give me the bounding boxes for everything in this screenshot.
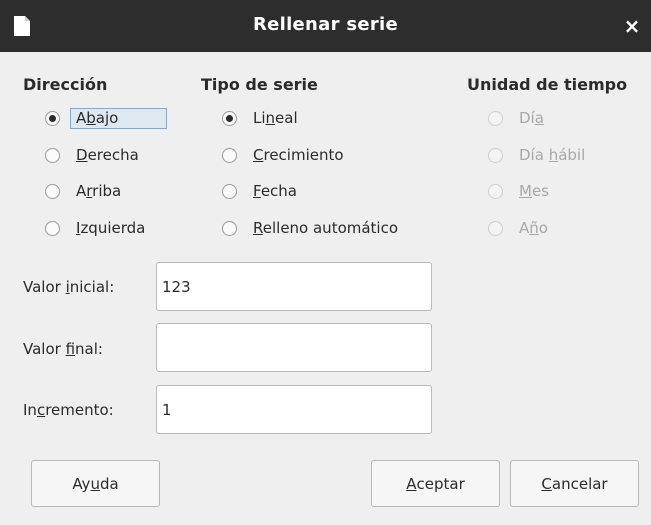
radio-label-crecimiento[interactable]: Crecimiento (247, 145, 350, 166)
radio-button[interactable] (45, 147, 60, 163)
close-icon[interactable]: × (621, 14, 643, 38)
radio-arriba[interactable]: Arriba (45, 176, 127, 206)
radio-label-dia: Día (519, 108, 544, 127)
radio-button-disabled (488, 110, 503, 126)
help-button[interactable]: Ay u da (31, 460, 160, 507)
radio-label-ano: Año (519, 218, 548, 237)
increment-label: Incremento: (23, 401, 114, 419)
radio-button[interactable] (222, 147, 237, 163)
radio-label-derecha[interactable]: Derecha (70, 145, 145, 166)
series-type-heading: Tipo de serie (201, 75, 318, 94)
radio-label-fecha[interactable]: Fecha (247, 181, 303, 202)
start-value-label: Valor inicial: (23, 278, 115, 296)
radio-ano: Año (488, 213, 554, 243)
radio-button-checked[interactable] (222, 110, 237, 126)
end-value-input[interactable] (156, 323, 432, 372)
radio-label-izquierda[interactable]: Izquierda (70, 218, 151, 239)
radio-button[interactable] (222, 183, 237, 199)
radio-label-dia-habil: Día hábil (519, 145, 586, 164)
radio-izquierda[interactable]: Izquierda (45, 213, 151, 243)
radio-lineal[interactable]: Lineal (222, 103, 304, 133)
end-value-label: Valor final: (23, 340, 103, 358)
radio-dia-habil: Día hábil (488, 140, 591, 170)
start-value-input[interactable] (156, 262, 432, 311)
radio-relleno-automatico[interactable]: Relleno automático (222, 213, 404, 243)
radio-button-checked[interactable] (45, 110, 60, 126)
time-unit-heading: Unidad de tiempo (467, 75, 628, 94)
radio-button-disabled (488, 183, 503, 199)
radio-label-abajo[interactable]: Abajo (70, 107, 168, 129)
radio-fecha[interactable]: Fecha (222, 176, 303, 206)
direction-heading: Dirección (23, 75, 108, 94)
radio-abajo[interactable]: Abajo (45, 103, 168, 133)
radio-label-arriba[interactable]: Arriba (70, 181, 127, 202)
radio-crecimiento[interactable]: Crecimiento (222, 140, 350, 170)
increment-input[interactable] (156, 385, 432, 434)
radio-button-disabled (488, 220, 503, 236)
radio-label-mes: Mes (519, 181, 549, 200)
dialog-title: Rellenar serie (252, 14, 399, 35)
title-bar: Rellenar serie × (0, 0, 651, 52)
ok-button[interactable]: Aceptar (371, 460, 500, 507)
radio-button[interactable] (222, 220, 237, 236)
radio-button[interactable] (45, 183, 60, 199)
radio-mes: Mes (488, 176, 555, 206)
radio-button-disabled (488, 147, 503, 163)
radio-label-lineal[interactable]: Lineal (247, 108, 304, 129)
radio-derecha[interactable]: Derecha (45, 140, 145, 170)
cancel-button[interactable]: Cancelar (510, 460, 639, 507)
radio-dia: Día (488, 103, 550, 133)
radio-label-relleno-automatico[interactable]: Relleno automático (247, 218, 404, 239)
radio-button[interactable] (45, 220, 60, 236)
